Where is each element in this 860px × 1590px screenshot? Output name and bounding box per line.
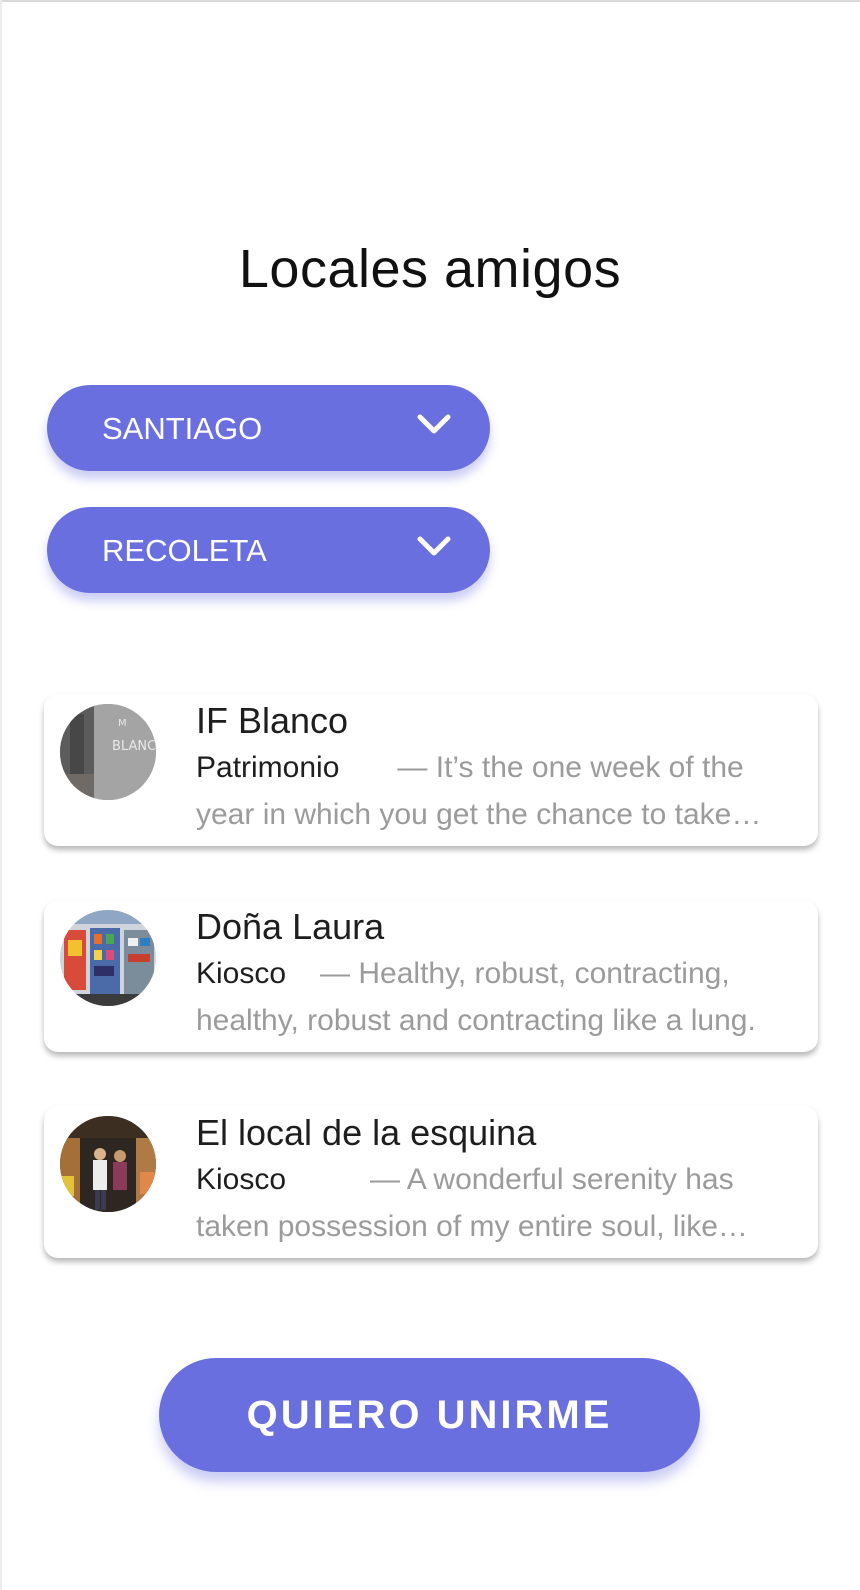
store-avatar: BLANCO M: [60, 704, 156, 800]
storefront-photo-image: BLANCO M: [60, 704, 156, 800]
store-snippet-line1: — It’s the one week of the: [397, 751, 744, 784]
store-snippet-line1: — Healthy, robust, contracting,: [320, 957, 730, 990]
store-card[interactable]: BLANCO M IF Blanco Patrimonio — It’s the …: [44, 694, 818, 846]
store-description: Kiosco — Healthy, robust, contracting, he…: [196, 950, 811, 1044]
store-name: El local de la esquina: [196, 1112, 537, 1153]
store-snippet-line2: year in which you get the chance to take…: [196, 798, 762, 831]
store-category: Kiosco: [196, 1163, 287, 1196]
store-name: IF Blanco: [196, 700, 349, 741]
corner-shop-photo-image: [60, 1116, 156, 1212]
store-description: Patrimonio — It’s the one week of the yea…: [196, 744, 811, 838]
store-snippet-line2: healthy, robust and contracting like a l…: [196, 1004, 756, 1037]
store-category: Kiosco: [196, 957, 287, 990]
store-card[interactable]: Doña Laura Kiosco — Healthy, robust, cont…: [44, 900, 818, 1052]
store-avatar: [60, 1116, 156, 1212]
page-title: Locales amigos: [238, 239, 622, 299]
top-divider: [0, 0, 860, 2]
join-button[interactable]: QUIERO UNIRME: [159, 1358, 700, 1472]
store-avatar: [60, 910, 156, 1006]
city-dropdown-value: SANTIAGO: [102, 411, 263, 446]
svg-text:M: M: [118, 718, 127, 729]
svg-text:BLANCO: BLANCO: [112, 739, 156, 754]
kiosk-photo-image: [60, 910, 156, 1006]
store-snippet-line2: taken possession of my entire soul, like…: [196, 1210, 748, 1243]
district-dropdown[interactable]: RECOLETA: [47, 507, 490, 593]
store-card[interactable]: El local de la esquina Kiosco — A wonderf…: [44, 1106, 818, 1258]
store-snippet-line1: — A wonderful serenity has: [370, 1163, 734, 1196]
city-dropdown[interactable]: SANTIAGO: [47, 385, 490, 471]
district-dropdown-value: RECOLETA: [102, 533, 267, 568]
chevron-down-icon: [417, 536, 451, 556]
store-name: Doña Laura: [196, 906, 385, 947]
chevron-down-icon: [417, 414, 451, 434]
store-category: Patrimonio: [196, 751, 340, 784]
store-description: Kiosco — A wonderful serenity has taken p…: [196, 1156, 811, 1250]
